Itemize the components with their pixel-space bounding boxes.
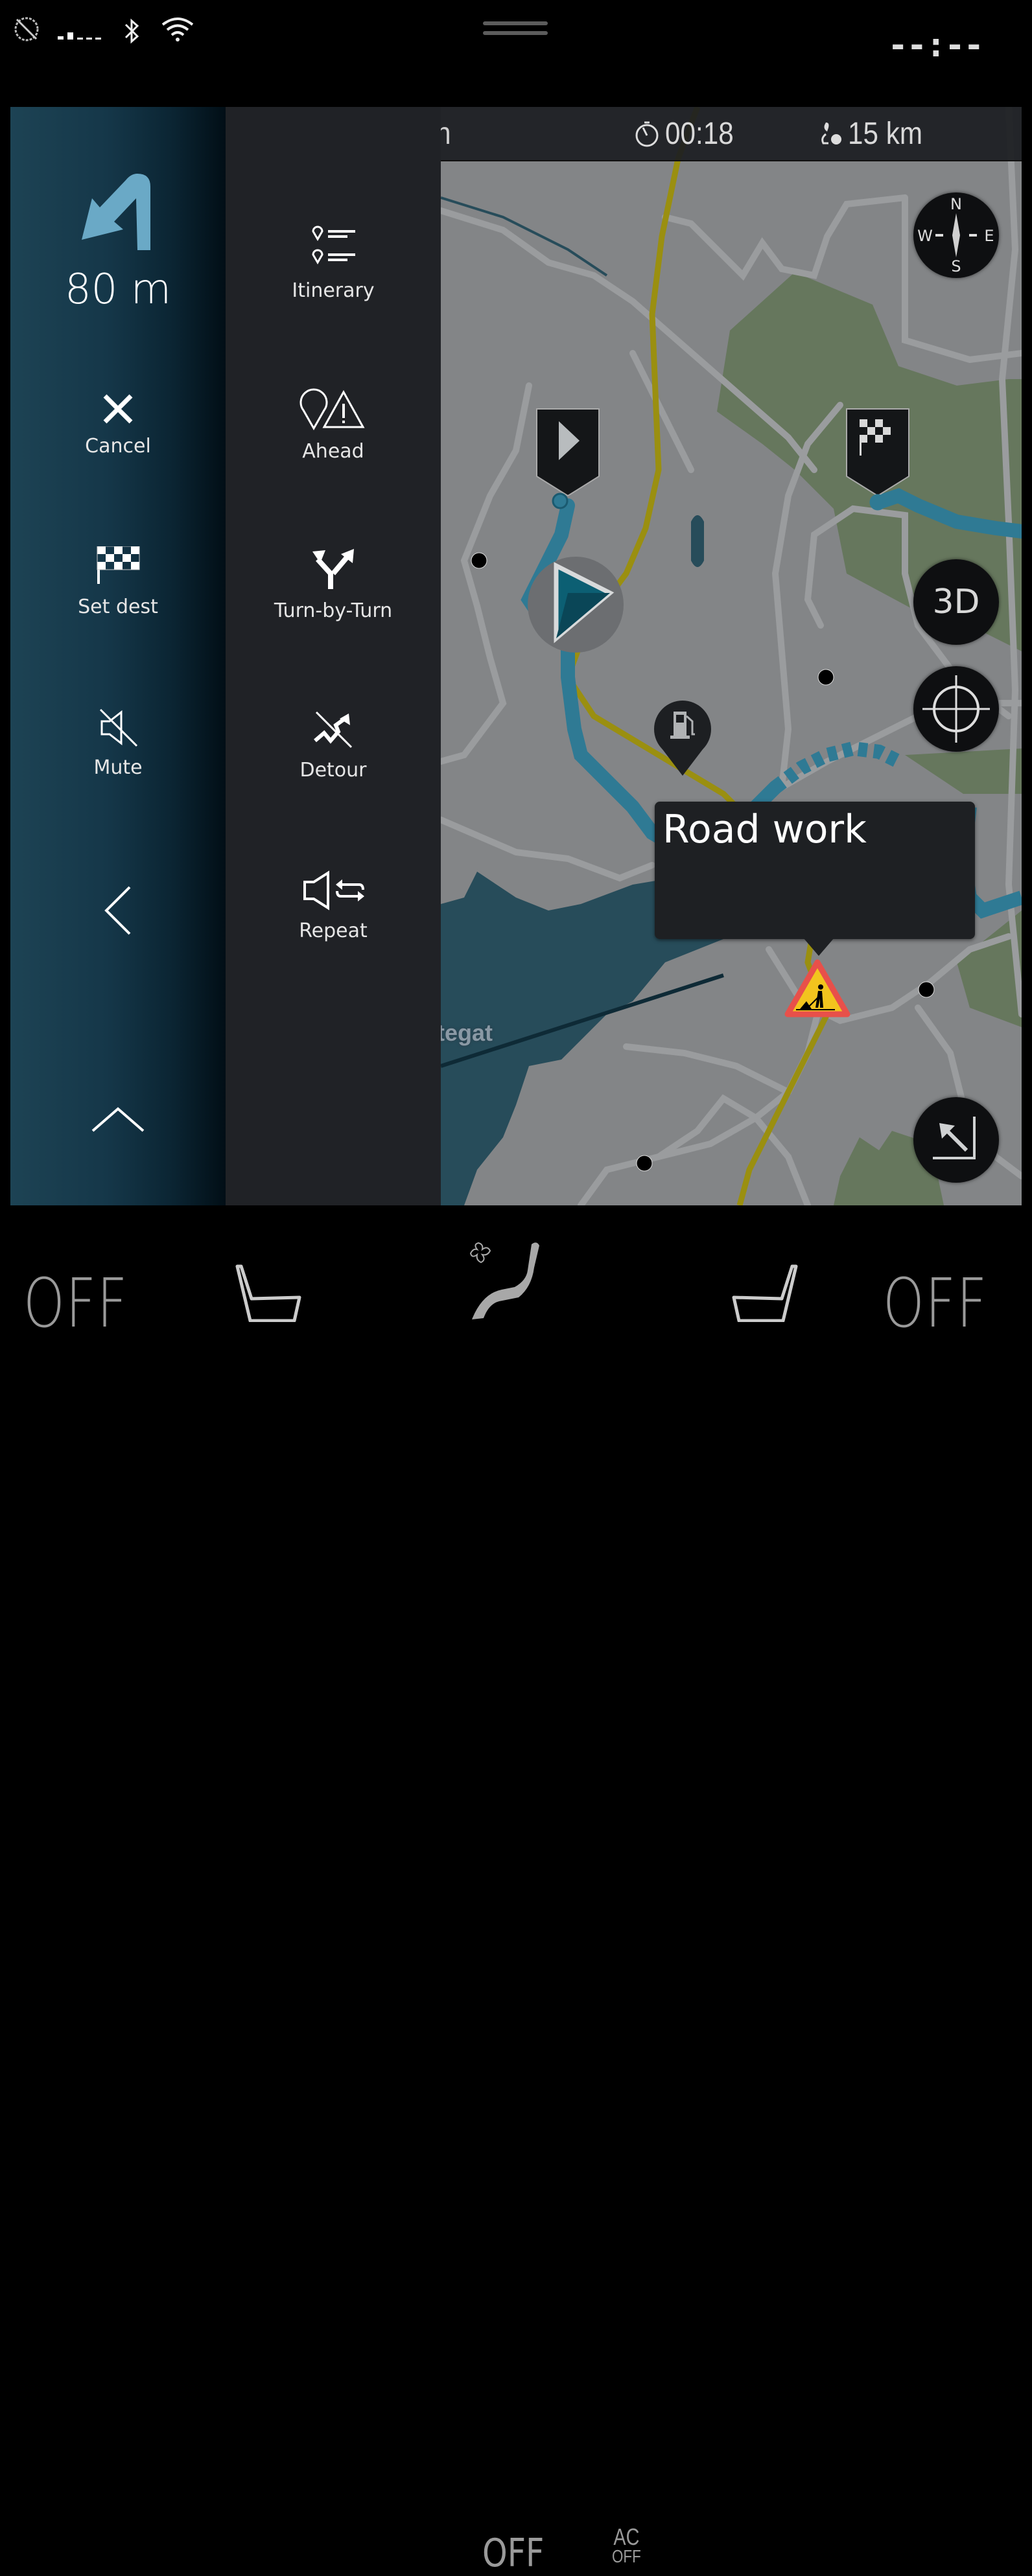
navigation-menu-panel: Itinerary Ahead Turn-by-Turn Detour Repe…: [226, 107, 441, 1205]
crosshair-icon: [922, 675, 990, 743]
map-poi-dot[interactable]: [918, 981, 935, 998]
compass-east: E: [984, 227, 994, 245]
ac-button[interactable]: AC OFF: [612, 2524, 641, 2566]
no-connection-icon: [14, 17, 39, 41]
popup-pointer: [803, 938, 834, 956]
map-water: [691, 515, 704, 567]
passenger-seat-heat-icon[interactable]: [729, 1264, 801, 1322]
turn-sharp-left-icon: [82, 174, 150, 250]
compass-icon: N S W E: [917, 195, 994, 275]
signal-strength-icon: [58, 32, 101, 40]
view-mode-3d-button[interactable]: 3D: [913, 559, 999, 645]
recenter-button[interactable]: [913, 666, 999, 752]
time-remaining: 00:18: [665, 117, 734, 151]
repeat-label: Repeat: [299, 920, 368, 942]
bluetooth-icon: [124, 18, 139, 44]
map-poi-dot[interactable]: [471, 552, 487, 569]
close-icon: [103, 394, 133, 424]
mute-button[interactable]: Mute: [10, 708, 226, 779]
chevron-up-icon: [91, 1107, 145, 1132]
set-dest-label: Set dest: [78, 596, 158, 618]
ahead-label: Ahead: [302, 440, 364, 463]
minimize-map-button[interactable]: [913, 1097, 999, 1183]
compass-west: W: [917, 227, 933, 245]
status-bar: --:--: [0, 0, 1032, 107]
distance-remaining: 15 km: [848, 117, 923, 151]
distance-remaining-icon: [821, 122, 841, 145]
notification-pull-handle[interactable]: [483, 21, 548, 37]
detour-label: Detour: [299, 759, 367, 782]
incident-popup[interactable]: Road work: [655, 802, 975, 956]
timer-icon: [635, 121, 659, 147]
view-mode-label: 3D: [932, 583, 980, 621]
expand-button[interactable]: [10, 1104, 226, 1136]
fan-speed[interactable]: OFF: [482, 2531, 544, 2576]
driver-temperature[interactable]: OFF: [23, 1264, 128, 1343]
itinerary-list-icon: [312, 226, 355, 264]
driver-seat-heat-icon[interactable]: [232, 1264, 305, 1322]
incident-title: Road work: [663, 807, 867, 852]
turn-by-turn-label: Turn-by-Turn: [274, 599, 393, 622]
map-poi-dot[interactable]: [817, 669, 834, 686]
wifi-icon: [161, 17, 194, 41]
climate-bar: OFF OFF AC OFF OFF: [0, 1205, 1032, 2576]
navigation-view: 155 Kattegat Bäckebolsbckan 00:18 15 km …: [10, 107, 1022, 1205]
fan-airflow-icon[interactable]: [469, 1242, 554, 1326]
passenger-temperature[interactable]: OFF: [883, 1264, 988, 1343]
cancel-button[interactable]: Cancel: [10, 392, 226, 458]
turn-by-turn-button[interactable]: Turn-by-Turn: [226, 546, 441, 622]
poi-warning-icon: [299, 388, 365, 431]
checkered-flag-icon: [97, 546, 140, 584]
speaker-repeat-icon: [303, 870, 364, 911]
turn-distance: 80 m: [64, 266, 172, 314]
guidance-panel: 80 m Cancel Set dest Mute: [10, 107, 226, 1205]
ac-label: AC: [613, 2524, 640, 2550]
fork-arrows-icon: [312, 549, 354, 589]
detour-button[interactable]: Detour: [226, 708, 441, 782]
itinerary-button[interactable]: Itinerary: [226, 224, 441, 302]
itinerary-label: Itinerary: [292, 279, 375, 302]
detour-icon: [314, 711, 353, 748]
mute-label: Mute: [93, 756, 143, 779]
compass-button[interactable]: N S W E: [913, 192, 999, 278]
clock: --:--: [887, 26, 984, 65]
ac-state: OFF: [612, 2546, 641, 2566]
vehicle-position-marker: [528, 557, 624, 653]
ahead-button[interactable]: Ahead: [226, 384, 441, 463]
chevron-left-icon: [104, 886, 131, 935]
map-poi-dot[interactable]: [636, 1155, 653, 1172]
repeat-button[interactable]: Repeat: [226, 870, 441, 942]
minimize-arrow-icon: [933, 1117, 976, 1159]
speaker-muted-icon: [99, 708, 138, 747]
compass-south: S: [951, 257, 961, 275]
cancel-label: Cancel: [85, 435, 151, 458]
back-button[interactable]: [10, 883, 226, 942]
set-dest-button[interactable]: Set dest: [10, 546, 226, 618]
compass-north: N: [950, 195, 962, 213]
